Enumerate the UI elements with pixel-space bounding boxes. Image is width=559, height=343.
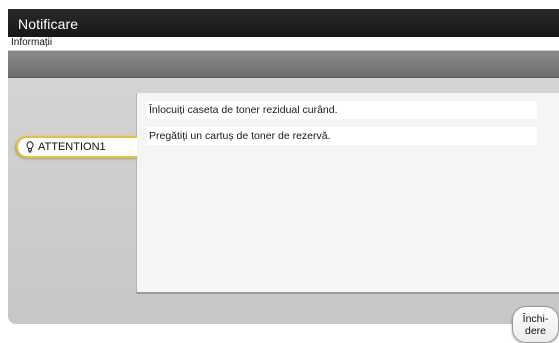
message-text: Pregătiți un cartuș de toner de rezervă. bbox=[149, 130, 331, 142]
notification-screen: Notificare Informații Înlocuiți caseta d… bbox=[0, 0, 559, 343]
header-band bbox=[8, 51, 559, 78]
message-row: Pregătiți un cartuș de toner de rezervă. bbox=[147, 127, 537, 145]
lightbulb-icon bbox=[25, 141, 35, 153]
title-bar: Notificare bbox=[8, 9, 559, 37]
page-title: Notificare bbox=[18, 16, 79, 32]
subtitle-bar: Informații bbox=[8, 37, 559, 51]
close-button-label-line1: Închi- bbox=[522, 313, 549, 325]
message-text: Înlocuiți caseta de toner rezidual curân… bbox=[149, 104, 338, 116]
close-button-label-line2: dere bbox=[524, 325, 546, 337]
tab-attention1[interactable]: ATTENTION1 bbox=[16, 136, 137, 158]
close-button[interactable]: Închi- dere bbox=[512, 306, 559, 343]
tab-label: ATTENTION1 bbox=[38, 141, 106, 153]
message-area: Înlocuiți caseta de toner rezidual curân… bbox=[136, 93, 559, 294]
message-row: Înlocuiți caseta de toner rezidual curân… bbox=[147, 101, 537, 119]
page-subtitle: Informații bbox=[11, 37, 53, 48]
